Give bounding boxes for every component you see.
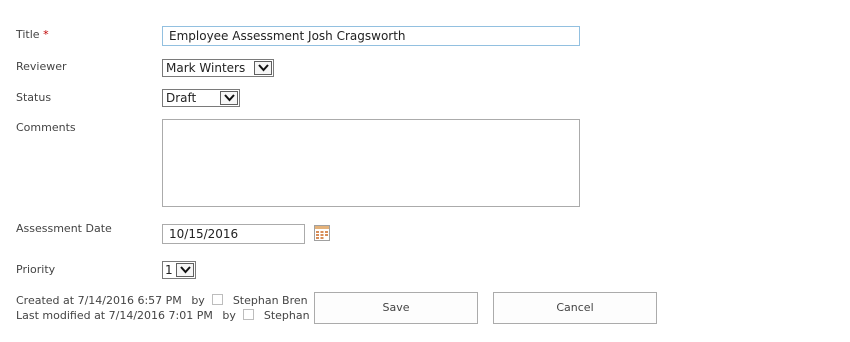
user-presence-icon <box>243 309 255 320</box>
assessment-date-input[interactable]: 10/15/2016 <box>162 224 305 244</box>
modified-by-label: by <box>222 309 236 322</box>
save-button[interactable]: Save <box>314 292 478 324</box>
user-presence-icon <box>212 294 224 305</box>
reviewer-selected-value: Mark Winters <box>166 61 246 75</box>
created-by-label: by <box>191 294 205 307</box>
assessment-date-label: Assessment Date <box>16 222 112 235</box>
chevron-down-icon[interactable] <box>254 61 272 75</box>
comments-label: Comments <box>16 121 76 134</box>
reviewer-select[interactable]: Mark Winters <box>162 59 274 77</box>
title-label: Title * <box>16 28 49 41</box>
reviewer-label: Reviewer <box>16 60 67 73</box>
calendar-icon[interactable] <box>314 225 330 241</box>
chevron-down-icon[interactable] <box>176 263 194 277</box>
status-select[interactable]: Draft <box>162 89 240 107</box>
created-text: Created at 7/14/2016 6:57 PM <box>16 294 182 307</box>
modified-text: Last modified at 7/14/2016 7:01 PM <box>16 309 213 322</box>
created-info: Created at 7/14/2016 6:57 PM by Stephan … <box>16 294 308 307</box>
comments-textarea[interactable] <box>162 119 580 207</box>
required-marker: * <box>43 28 49 41</box>
priority-label: Priority <box>16 263 56 276</box>
priority-select[interactable]: 1 <box>162 261 196 279</box>
status-selected-value: Draft <box>166 91 197 105</box>
cancel-button[interactable]: Cancel <box>493 292 657 324</box>
chevron-down-icon[interactable] <box>220 91 238 105</box>
title-input[interactable]: Employee Assessment Josh Cragsworth <box>162 26 580 46</box>
status-label: Status <box>16 91 52 104</box>
modified-info: Last modified at 7/14/2016 7:01 PM by St… <box>16 309 339 322</box>
priority-selected-value: 1 <box>165 263 173 277</box>
created-by-user[interactable]: Stephan Bren <box>233 294 308 307</box>
title-label-text: Title <box>16 28 40 41</box>
